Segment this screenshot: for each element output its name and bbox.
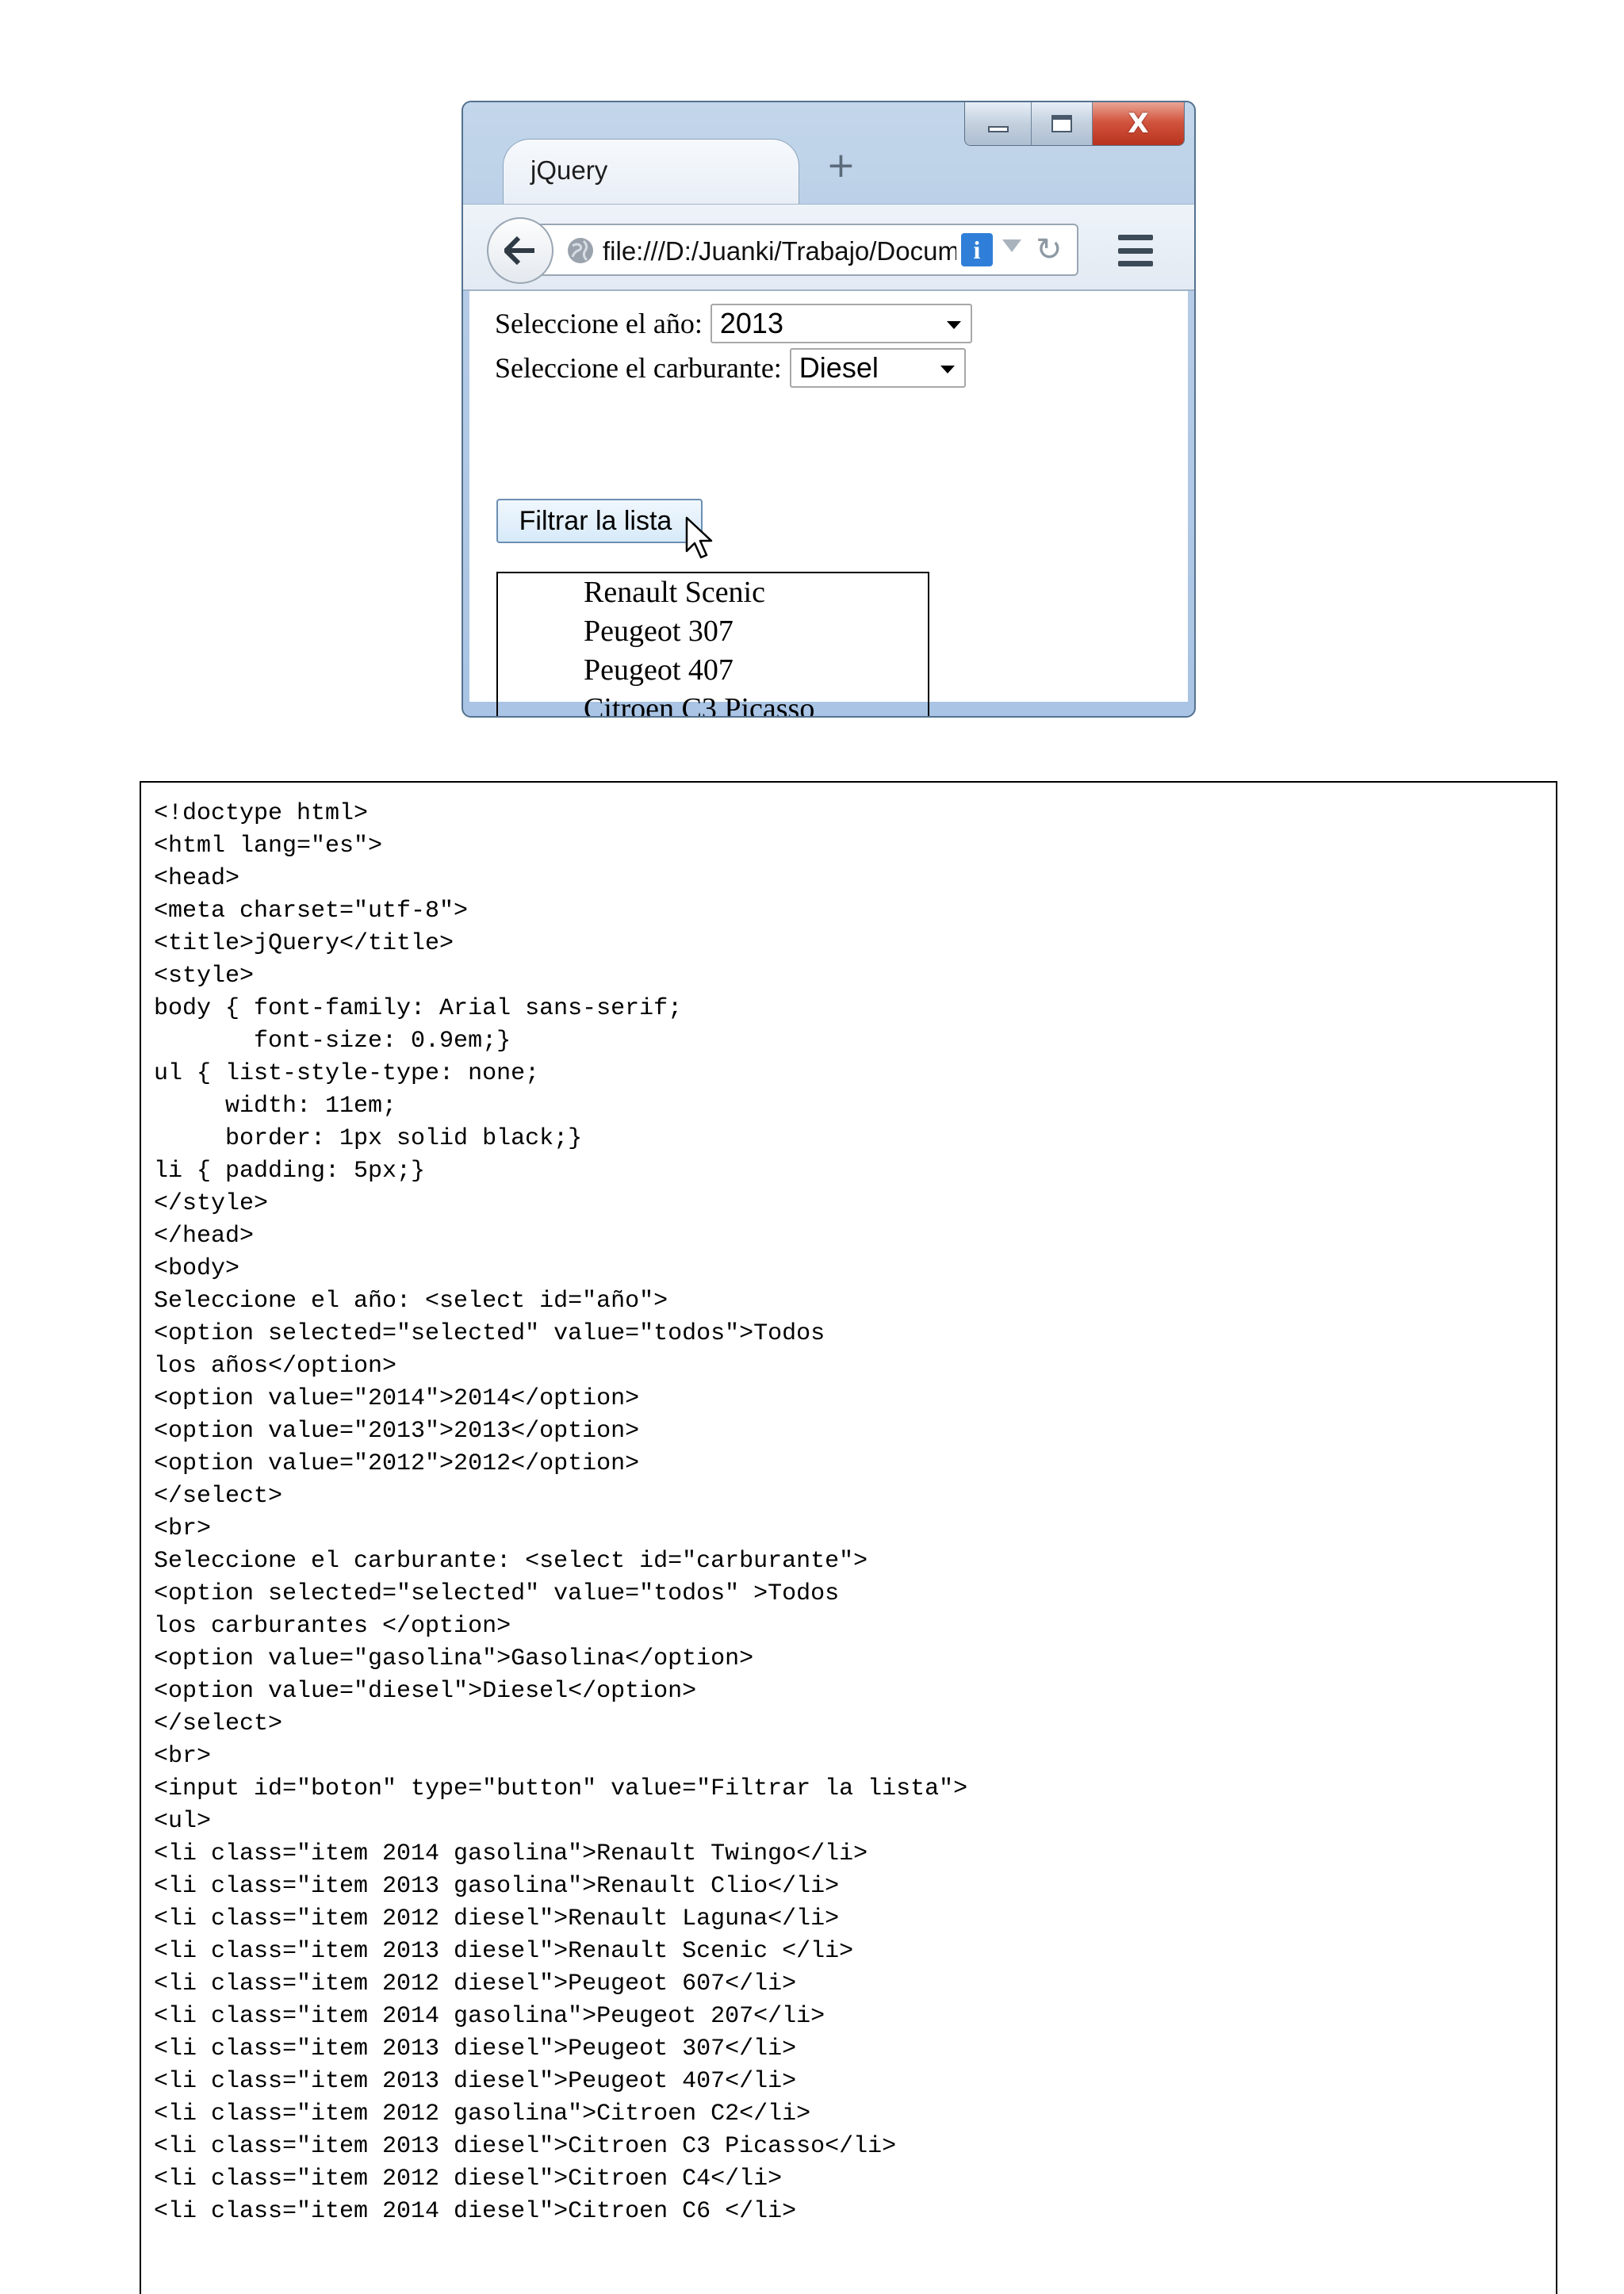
code-line: <title>jQuery</title> [154, 930, 454, 957]
minimize-icon [987, 126, 1009, 132]
navigation-toolbar: file:///D:/Juanki/Trabajo/Documentos i ↻ [463, 204, 1194, 291]
window-controls: X [964, 102, 1185, 146]
results-list: Renault Scenic Peugeot 307 Peugeot 407 C… [496, 572, 929, 718]
fuel-label: Seleccione el carburante: [495, 352, 782, 384]
code-line: <option value="diesel">Diesel</option> [154, 1678, 697, 1705]
back-button[interactable] [487, 217, 553, 284]
code-line: <li class="item 2014 gasolina">Renault T… [154, 1840, 868, 1867]
code-line: <input id="boton" type="button" value="F… [154, 1775, 968, 1802]
code-line: ul { list-style-type: none; [154, 1060, 540, 1087]
address-bar[interactable]: file:///D:/Juanki/Trabajo/Documentos i ↻ [531, 224, 1078, 276]
reload-icon[interactable]: ↻ [1036, 232, 1063, 268]
code-line: <li class="item 2013 diesel">Peugeot 407… [154, 2068, 797, 2095]
code-line: Seleccione el año: <select id="año"> [154, 1288, 668, 1315]
code-line: <body> [154, 1255, 240, 1282]
code-line: <option value="2013">2013</option> [154, 1418, 640, 1445]
chevron-down-icon [940, 366, 955, 373]
url-text: file:///D:/Juanki/Trabajo/Documentos [603, 236, 956, 266]
year-label: Seleccione el año: [495, 308, 703, 339]
code-line: <li class="item 2013 diesel">Peugeot 307… [154, 2035, 797, 2062]
code-line: </select> [154, 1710, 283, 1737]
code-line: <!doctype html> [154, 800, 369, 827]
code-line: <li class="item 2013 diesel">Renault Sce… [154, 1938, 854, 1965]
back-arrow-icon [504, 236, 534, 265]
fuel-row: Seleccione el carburante: Diesel [495, 348, 966, 388]
close-icon: X [1128, 108, 1149, 140]
page-content: Seleccione el año: 2013 Seleccione el ca… [469, 291, 1188, 716]
mouse-cursor-icon [685, 516, 713, 559]
maximize-button[interactable] [1032, 102, 1093, 145]
code-line: font-size: 0.9em;} [154, 1028, 511, 1055]
code-line: <html lang="es"> [154, 833, 383, 860]
code-line: <ul> [154, 1808, 212, 1835]
code-line: body { font-family: Arial sans-serif; [154, 995, 683, 1022]
list-item: Citroen C3 Picasso [584, 692, 815, 718]
code-line: <option value="2012">2012</option> [154, 1450, 640, 1477]
code-line: <option value="2014">2014</option> [154, 1385, 640, 1412]
code-line: <li class="item 2014 gasolina">Peugeot 2… [154, 2003, 825, 2030]
list-item: Peugeot 407 [584, 653, 733, 687]
close-button[interactable]: X [1092, 102, 1184, 145]
code-line: <li class="item 2012 diesel">Renault Lag… [154, 1905, 840, 1932]
code-line: <br> [154, 1515, 212, 1542]
code-line: <meta charset="utf-8"> [154, 898, 469, 925]
year-row: Seleccione el año: 2013 [495, 304, 972, 343]
code-line: border: 1px solid black;} [154, 1125, 583, 1152]
chevron-down-icon [946, 321, 961, 329]
list-item: Peugeot 307 [584, 615, 733, 648]
code-listing: <!doctype html> <html lang="es"> <head> … [140, 781, 1557, 2294]
code-line: <style> [154, 963, 255, 990]
code-line: <li class="item 2012 diesel">Peugeot 607… [154, 1970, 797, 1997]
maximize-icon [1051, 115, 1073, 132]
code-line: <li class="item 2013 gasolina">Renault C… [154, 1873, 840, 1900]
year-select-value: 2013 [719, 307, 783, 339]
code-line: los carburantes </option> [154, 1613, 511, 1640]
code-line: <option value="gasolina">Gasolina</optio… [154, 1645, 754, 1672]
history-dropdown-icon[interactable] [1002, 239, 1021, 252]
code-line: width: 11em; [154, 1093, 397, 1120]
minimize-button[interactable] [965, 102, 1032, 145]
code-line: <br> [154, 1743, 212, 1770]
globe-icon [568, 238, 593, 263]
tab-jquery[interactable]: jQuery [503, 139, 799, 206]
info-icon[interactable]: i [961, 233, 993, 266]
list-item: Renault Scenic [584, 576, 765, 609]
code-line: los años</option> [154, 1353, 397, 1380]
tab-title: jQuery [530, 155, 608, 185]
filter-button[interactable]: Filtrar la lista [496, 499, 703, 543]
code-line: <li class="item 2014 diesel">Citroen C6 … [154, 2198, 797, 2225]
fuel-select[interactable]: Diesel [789, 348, 966, 388]
fuel-select-value: Diesel [799, 351, 879, 384]
code-line: <head> [154, 865, 240, 892]
code-line: li { padding: 5px;} [154, 1158, 426, 1185]
new-tab-plus-icon[interactable]: + [826, 148, 856, 183]
code-line: <li class="item 2013 diesel">Citroen C3 … [154, 2133, 897, 2160]
year-select[interactable]: 2013 [710, 304, 972, 343]
code-line: <option selected="selected" value="todos… [154, 1580, 840, 1607]
code-line: </select> [154, 1483, 283, 1510]
code-line: <li class="item 2012 diesel">Citroen C4<… [154, 2166, 783, 2193]
code-line: Seleccione el carburante: <select id="ca… [154, 1548, 868, 1575]
code-line: <option selected="selected" value="todos… [154, 1320, 825, 1347]
hamburger-menu-icon[interactable] [1118, 235, 1153, 266]
browser-window: X jQuery + file:///D:/Juanki/Trabajo/Doc… [462, 101, 1196, 718]
code-line: </style> [154, 1190, 269, 1217]
code-line: <li class="item 2012 gasolina">Citroen C… [154, 2101, 811, 2127]
code-line: </head> [154, 1223, 255, 1250]
